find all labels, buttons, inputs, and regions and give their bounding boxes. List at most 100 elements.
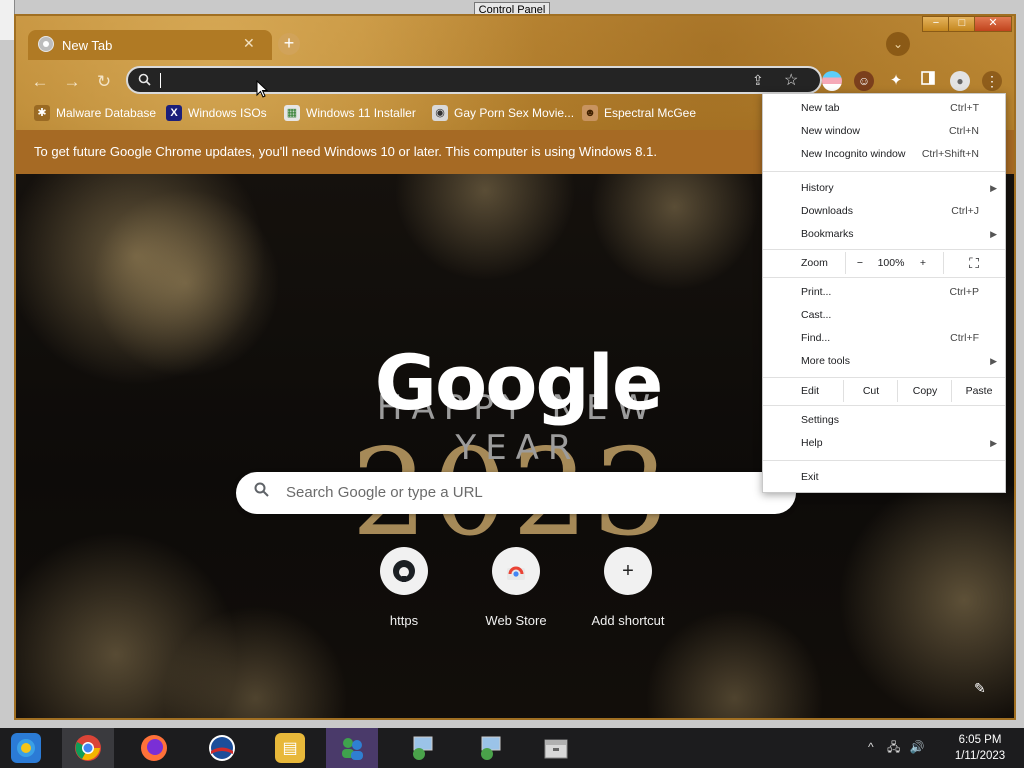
flag-extension-icon[interactable]: [822, 71, 842, 91]
menu-item-cast[interactable]: Cast...: [763, 305, 1005, 325]
taskbar-messenger[interactable]: [326, 728, 378, 768]
close-window-button[interactable]: ✕: [974, 16, 1012, 32]
installer-icon: ▦: [284, 105, 300, 121]
menu-item-new-tab[interactable]: New tab Ctrl+T: [763, 98, 1005, 118]
menu-item-settings[interactable]: Settings: [763, 410, 1005, 430]
puzzle-extensions-icon[interactable]: ✦: [886, 71, 906, 91]
forward-button[interactable]: →: [60, 70, 84, 94]
taskbar-clock[interactable]: 6:05 PM 1/11/2023: [948, 732, 1012, 764]
search-icon: [138, 73, 151, 89]
menu-item-find[interactable]: Find... Ctrl+F: [763, 328, 1005, 348]
bookmark-label: Gay Porn Sex Movie...: [454, 106, 575, 120]
taskbar-network-setup-2[interactable]: [464, 728, 516, 768]
avatar-extension-icon[interactable]: ☺: [854, 71, 874, 91]
github-icon: [380, 547, 428, 595]
plus-icon: +: [604, 547, 652, 595]
network-computer-icon: [475, 733, 505, 763]
folder-icon: ▤: [275, 733, 305, 763]
firefox-icon: [139, 733, 169, 763]
tab-search-button[interactable]: ⌄: [886, 32, 910, 56]
menu-zoom-row: Zoom − 100% + ⛶: [763, 252, 1005, 274]
taskbar-file-explorer[interactable]: ▤: [264, 728, 316, 768]
taskbar-firefox[interactable]: [128, 728, 180, 768]
tab-close-icon[interactable]: ✕: [243, 35, 255, 52]
bookmark-label: Windows 11 Installer: [306, 106, 416, 120]
taskbar: ▤ ^ 🖧 🔊 6:05 PM 1/11/2023: [0, 728, 1024, 768]
windows-start-icon: [11, 733, 41, 763]
x-logo-icon: X: [166, 105, 182, 121]
chrome-webstore-icon: [492, 547, 540, 595]
back-button[interactable]: ←: [28, 70, 52, 94]
bookmark-label: Espectral McGee: [604, 106, 697, 120]
submenu-arrow-icon: ▶: [990, 183, 997, 193]
bookmark-star-icon[interactable]: ☆: [784, 70, 798, 90]
menu-item-downloads[interactable]: Downloads Ctrl+J: [763, 201, 1005, 221]
menu-divider: [763, 277, 1005, 278]
menu-item-bookmarks[interactable]: Bookmarks ▶: [763, 224, 1005, 244]
shortcut-https[interactable]: https: [354, 547, 454, 628]
shortcut-label: Web Store: [485, 613, 547, 628]
submenu-arrow-icon: ▶: [990, 438, 997, 448]
taskbar-network-setup-1[interactable]: [396, 728, 448, 768]
chrome-menu-button[interactable]: ⋮: [982, 71, 1002, 91]
menu-divider: [763, 171, 1005, 172]
menu-divider: [763, 460, 1005, 461]
paste-button[interactable]: Paste: [951, 380, 1006, 402]
taskbar-obama-app[interactable]: [196, 728, 248, 768]
shortcut-label: Add shortcut: [591, 613, 665, 628]
bookmark-gay-porn-sex-movie[interactable]: ◉ Gay Porn Sex Movie...: [432, 104, 574, 122]
cut-button[interactable]: Cut: [843, 380, 898, 402]
mouse-cursor-icon: [256, 80, 268, 98]
edit-label: Edit: [801, 385, 820, 397]
reload-button[interactable]: ↻: [92, 70, 116, 94]
menu-item-exit[interactable]: Exit: [763, 467, 1005, 487]
chrome-icon: [73, 733, 103, 763]
google-logo[interactable]: Google: [316, 338, 720, 428]
background-window-edge: [0, 0, 15, 40]
bug-icon: ✱: [34, 105, 50, 121]
tray-chevron-icon[interactable]: ^: [868, 740, 874, 754]
taskbar-start-button[interactable]: [0, 728, 52, 768]
shortcut-add[interactable]: + Add shortcut: [578, 547, 678, 628]
menu-item-new-window[interactable]: New window Ctrl+N: [763, 121, 1005, 141]
maximize-button[interactable]: □: [948, 16, 976, 32]
new-tab-button[interactable]: +: [278, 33, 300, 55]
chrome-favicon-icon: [38, 36, 54, 52]
zoom-level: 100%: [877, 257, 905, 269]
sidebar-icon[interactable]: [918, 71, 938, 91]
shortcut-label: https: [389, 613, 419, 628]
network-icon[interactable]: 🖧: [887, 740, 900, 754]
ntp-search-box[interactable]: Search Google or type a URL: [236, 472, 796, 514]
fullscreen-icon[interactable]: ⛶: [943, 252, 1004, 274]
zoom-in-button[interactable]: +: [909, 252, 937, 274]
profile-icon[interactable]: ●: [950, 71, 970, 91]
zoom-label: Zoom: [801, 257, 828, 269]
share-icon[interactable]: ⇪: [752, 72, 764, 89]
address-bar[interactable]: ⇪ ☆: [126, 66, 822, 94]
bookmark-label: Windows ISOs: [188, 106, 267, 120]
customize-pencil-icon[interactable]: ✎: [974, 680, 986, 697]
bookmark-malware-database[interactable]: ✱ Malware Database: [34, 104, 156, 122]
menu-edit-row: Edit Cut Copy Paste: [763, 380, 1005, 402]
copy-button[interactable]: Copy: [897, 380, 952, 402]
taskbar-chrome[interactable]: [62, 728, 114, 768]
menu-divider: [763, 405, 1005, 406]
shortcut-web-store[interactable]: Web Store: [466, 547, 566, 628]
submenu-arrow-icon: ▶: [990, 229, 997, 239]
menu-item-more-tools[interactable]: More tools ▶: [763, 351, 1005, 371]
menu-item-history[interactable]: History ▶: [763, 178, 1005, 198]
clock-time: 6:05 PM: [958, 734, 1002, 746]
bookmark-windows-11-installer[interactable]: ▦ Windows 11 Installer: [284, 104, 416, 122]
menu-item-new-incognito-window[interactable]: New Incognito window Ctrl+Shift+N: [763, 144, 1005, 164]
network-computer-icon: [407, 733, 437, 763]
chrome-main-menu: New tab Ctrl+T New window Ctrl+N New Incog…: [762, 93, 1006, 493]
menu-item-print[interactable]: Print... Ctrl+P: [763, 282, 1005, 302]
menu-item-help[interactable]: Help ▶: [763, 433, 1005, 453]
minimize-button[interactable]: −: [922, 16, 950, 32]
zoom-out-button[interactable]: −: [845, 252, 874, 274]
bookmark-windows-isos[interactable]: X Windows ISOs: [166, 104, 267, 122]
taskbar-archive[interactable]: [530, 728, 582, 768]
bookmark-espectral-mcgee[interactable]: ☻ Espectral McGee: [582, 104, 696, 122]
archive-cabinet-icon: [541, 733, 571, 763]
volume-icon[interactable]: 🔊: [910, 740, 925, 754]
